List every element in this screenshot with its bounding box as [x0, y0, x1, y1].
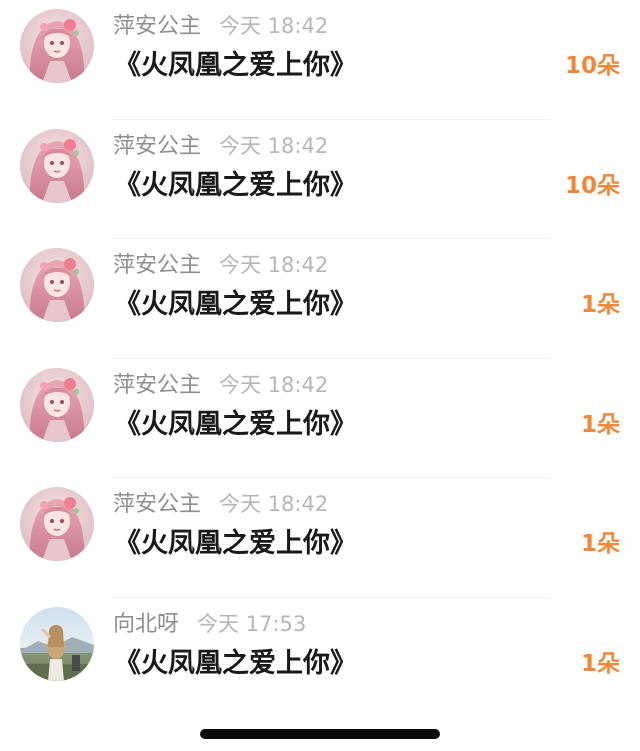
book-title[interactable]: 《火凤凰之爱上你》 — [114, 287, 357, 323]
book-title[interactable]: 《火凤凰之爱上你》 — [114, 526, 357, 562]
flower-count: 1朵 — [580, 411, 620, 438]
list-item[interactable]: 萍安公主 今天 18:42 《火凤凰之爱上你》 1朵 — [0, 239, 640, 359]
sender-name[interactable]: 向北呀 — [113, 612, 179, 637]
book-title[interactable]: 《火凤凰之爱上你》 — [114, 646, 357, 682]
book-title[interactable]: 《火凤凰之爱上你》 — [114, 48, 357, 84]
list-item[interactable]: 萍安公主 今天 18:42 《火凤凰之爱上你》 1朵 — [0, 478, 640, 598]
avatar[interactable] — [20, 9, 94, 83]
flower-count: 1朵 — [580, 650, 620, 677]
item-meta: 向北呀 今天 17:53 — [113, 610, 306, 638]
sender-name[interactable]: 萍安公主 — [113, 253, 201, 278]
outdoor-photo-avatar — [20, 606, 94, 681]
flower-count: 10朵 — [564, 172, 620, 199]
list-item[interactable]: 萍安公主 今天 18:42 《火凤凰之爱上你》 10朵 — [0, 120, 640, 240]
item-meta: 萍安公主 今天 18:42 — [113, 12, 328, 40]
pink-hair-girl-avatar — [20, 128, 94, 203]
pink-hair-girl-avatar — [20, 487, 94, 562]
list-item[interactable]: 向北呀 今天 17:53 《火凤凰之爱上你》 1朵 — [0, 598, 640, 718]
avatar[interactable] — [20, 606, 94, 681]
sender-name[interactable]: 萍安公主 — [113, 14, 201, 39]
item-meta: 萍安公主 今天 18:42 — [113, 490, 328, 518]
timestamp: 今天 18:42 — [219, 14, 329, 38]
flower-count: 10朵 — [564, 53, 620, 79]
pink-hair-girl-avatar — [20, 9, 94, 83]
pink-hair-girl-avatar — [20, 248, 94, 323]
book-title[interactable]: 《火凤凰之爱上你》 — [114, 168, 357, 204]
avatar[interactable] — [20, 248, 94, 323]
list-item[interactable]: 萍安公主 今天 18:42 《火凤凰之爱上你》 10朵 — [0, 0, 640, 120]
avatar[interactable] — [20, 487, 94, 562]
timestamp: 今天 18:42 — [219, 253, 329, 278]
flower-count: 1朵 — [580, 531, 620, 558]
avatar[interactable] — [20, 367, 94, 442]
avatar[interactable] — [20, 128, 94, 203]
sender-name[interactable]: 萍安公主 — [113, 134, 201, 159]
gift-list: 萍安公主 今天 18:42 《火凤凰之爱上你》 10朵 萍安公主 今天 18:42 — [0, 0, 640, 718]
flower-count: 1朵 — [580, 292, 620, 319]
item-meta: 萍安公主 今天 18:42 — [113, 132, 328, 160]
sender-name[interactable]: 萍安公主 — [113, 373, 201, 398]
sender-name[interactable]: 萍安公主 — [113, 492, 201, 517]
timestamp: 今天 17:53 — [197, 611, 307, 636]
book-title[interactable]: 《火凤凰之爱上你》 — [114, 407, 357, 443]
timestamp: 今天 18:42 — [219, 372, 329, 397]
list-item[interactable]: 萍安公主 今天 18:42 《火凤凰之爱上你》 1朵 — [0, 359, 640, 479]
item-meta: 萍安公主 今天 18:42 — [113, 251, 328, 279]
item-meta: 萍安公主 今天 18:42 — [113, 371, 328, 399]
pink-hair-girl-avatar — [20, 367, 94, 442]
timestamp: 今天 18:42 — [219, 133, 329, 158]
home-indicator[interactable] — [200, 729, 440, 739]
timestamp: 今天 18:42 — [219, 492, 329, 517]
